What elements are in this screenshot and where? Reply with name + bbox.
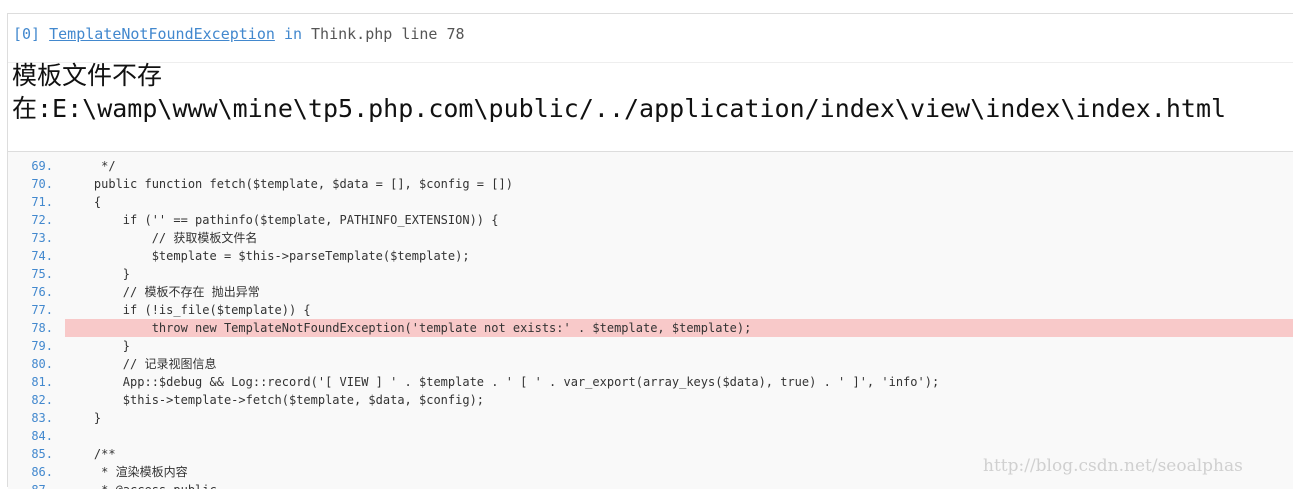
code-line: 82. $this->template->fetch($template, $d…: [8, 391, 1293, 409]
code-line: 71. {: [8, 193, 1293, 211]
line-number: 86.: [8, 463, 53, 481]
line-number: 81.: [8, 373, 53, 391]
code-line: 77. if (!is_file($template)) {: [8, 301, 1293, 319]
code-line: 70. public function fetch($template, $da…: [8, 175, 1293, 193]
code-line: 75. }: [8, 265, 1293, 283]
line-number: 79.: [8, 337, 53, 355]
code-line: 76. // 模板不存在 抛出异常: [8, 283, 1293, 301]
line-number: 69.: [8, 157, 53, 175]
error-message-line-1: 模板文件不存: [12, 61, 163, 90]
line-source: */: [65, 159, 116, 173]
line-source: {: [65, 195, 102, 209]
line-number: 82.: [8, 391, 53, 409]
code-line: 74. $template = $this->parseTemplate($te…: [8, 247, 1293, 265]
code-line: 83. }: [8, 409, 1293, 427]
code-line-highlighted: 78. throw new TemplateNotFoundException(…: [8, 319, 1293, 337]
code-line: 80. // 记录视图信息: [8, 355, 1293, 373]
trace-header: [0] TemplateNotFoundException in Think.p…: [13, 23, 465, 45]
code-line: 69. */: [8, 157, 1293, 175]
line-source: }: [65, 339, 131, 353]
line-source: $template = $this->parseTemplate($templa…: [65, 249, 470, 263]
exception-class-link[interactable]: TemplateNotFoundException: [49, 25, 275, 43]
line-source: public function fetch($template, $data =…: [65, 177, 513, 191]
code-line: 87. * @access public: [8, 481, 1293, 489]
error-message-line-2: 在:E:\wamp\www\mine\tp5.php.com\public/..…: [12, 94, 1227, 123]
line-number: 74.: [8, 247, 53, 265]
line-number: 73.: [8, 229, 53, 247]
line-number: 75.: [8, 265, 53, 283]
watermark-text: http://blog.csdn.net/seoalphas: [983, 456, 1243, 476]
line-source: throw new TemplateNotFoundException('tem…: [65, 319, 1293, 337]
line-number: 78.: [8, 319, 53, 337]
line-number: 76.: [8, 283, 53, 301]
code-line: 79. }: [8, 337, 1293, 355]
line-number: 85.: [8, 445, 53, 463]
line-source: }: [65, 411, 102, 425]
line-source: if ('' == pathinfo($template, PATHINFO_E…: [65, 213, 499, 227]
line-source: }: [65, 267, 131, 281]
code-line: 81. App::$debug && Log::record('[ VIEW ]…: [8, 373, 1293, 391]
line-number: 77.: [8, 301, 53, 319]
line-source: // 获取模板文件名: [65, 231, 258, 245]
line-source: App::$debug && Log::record('[ VIEW ] ' .…: [65, 375, 940, 389]
source-code-block: 69. */70. public function fetch($templat…: [8, 151, 1293, 489]
line-number: 83.: [8, 409, 53, 427]
line-number: 72.: [8, 211, 53, 229]
code-line: 72. if ('' == pathinfo($template, PATHIN…: [8, 211, 1293, 229]
error-message: 模板文件不存在:E:\wamp\www\mine\tp5.php.com\pub…: [12, 59, 1282, 125]
line-source: * @access public: [65, 481, 1293, 489]
trace-location: Think.php line 78: [311, 25, 465, 43]
line-source: $this->template->fetch($template, $data,…: [65, 393, 485, 407]
line-number: 84.: [8, 427, 53, 445]
line-number: 80.: [8, 355, 53, 373]
line-number: 87.: [8, 481, 53, 489]
line-source: if (!is_file($template)) {: [65, 303, 311, 317]
code-line: 84.: [8, 427, 1293, 445]
line-source: // 模板不存在 抛出异常: [65, 285, 260, 299]
trace-in-label: in: [283, 25, 302, 43]
code-line: 73. // 获取模板文件名: [8, 229, 1293, 247]
line-number: 71.: [8, 193, 53, 211]
line-source: // 记录视图信息: [65, 357, 217, 371]
line-number: 70.: [8, 175, 53, 193]
trace-index: [0]: [13, 25, 41, 43]
